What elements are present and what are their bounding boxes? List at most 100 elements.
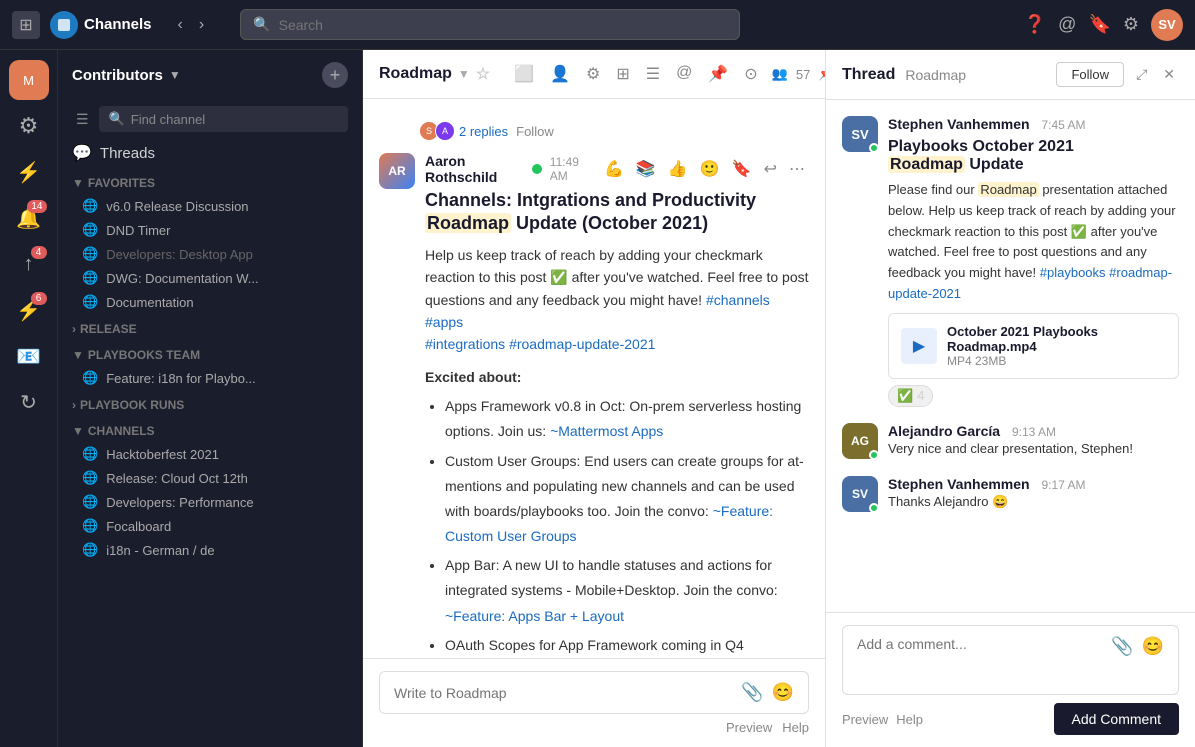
thread-msg-content: Stephen Vanhemmen 7:45 AM Playbooks Octo… — [888, 116, 1179, 407]
message-input[interactable] — [394, 685, 733, 701]
add-comment-button[interactable]: Add Comment — [1054, 703, 1179, 735]
replies-count-link[interactable]: 2 replies — [459, 124, 508, 139]
nav-forward-button[interactable]: › — [193, 12, 210, 38]
app-icon-6[interactable]: ⚡ 6 — [9, 290, 49, 330]
reaction-action-icon[interactable]: 💪 — [600, 157, 628, 181]
sidebar-section-release[interactable]: › RELEASE — [58, 314, 362, 340]
channel-dropdown-icon[interactable]: ▼ — [458, 67, 470, 81]
sidebar-item-focalboard[interactable]: 🌐 Focalboard — [58, 514, 362, 538]
search-bar[interactable]: 🔍 — [240, 9, 740, 40]
settings-icon[interactable]: ⚙ — [1123, 14, 1139, 35]
globe-icon: 🌐 — [82, 270, 98, 286]
sidebar-item-hacktoberfest[interactable]: 🌐 Hacktoberfest 2021 — [58, 442, 362, 466]
preview-button[interactable]: Preview — [726, 720, 772, 735]
channel-star-icon[interactable]: ☆ — [476, 64, 490, 84]
custom-user-groups-link[interactable]: ~Feature: Custom User Groups — [445, 503, 773, 544]
channel-mention-icon[interactable]: @ — [672, 60, 696, 88]
user-avatar[interactable]: SV — [1151, 9, 1183, 41]
more-action-icon[interactable]: ⋯ — [785, 157, 809, 181]
help-icon[interactable]: ❓ — [1024, 14, 1046, 35]
sidebar-section-playbooks-team[interactable]: ▼ PLAYBOOKS TEAM — [58, 340, 362, 366]
thread-reaction-badge[interactable]: ✅ 4 — [888, 385, 933, 407]
integrations-hashtag[interactable]: #integrations — [425, 336, 505, 352]
search-input[interactable] — [279, 17, 728, 33]
channel-list-icon[interactable]: ☰ — [642, 60, 664, 88]
channel-pin-icon[interactable]: 📌 — [704, 60, 732, 88]
pin-meta-icon: 📌 — [818, 66, 825, 82]
sidebar-item-i18n-german[interactable]: 🌐 i18n - German / de — [58, 538, 362, 562]
comment-input-box[interactable]: 📎 😊 — [842, 625, 1179, 695]
sidebar-item-dwg[interactable]: 🌐 DWG: Documentation W... — [58, 266, 362, 290]
channel-more-icon[interactable]: ⊙ — [740, 60, 761, 88]
thread-replies-above: S A 2 replies Follow — [379, 115, 809, 153]
comment-attachment-icon[interactable]: 📎 — [1111, 636, 1133, 657]
help-button[interactable]: Help — [782, 720, 809, 735]
comment-emoji-icon[interactable]: 😊 — [1142, 636, 1164, 657]
thread-close-icon[interactable]: ✕ — [1159, 62, 1179, 87]
sidebar-item-desktop[interactable]: 🌐 Developers: Desktop App — [58, 242, 362, 266]
add-channel-button[interactable]: + — [322, 62, 348, 88]
channel-layout-icon[interactable]: ⬜ — [510, 60, 538, 88]
emoji-action-icon[interactable]: 🙂 — [696, 157, 724, 181]
sidebar-section-favorites[interactable]: ▼ FAVORITES — [58, 168, 362, 194]
mattermost-apps-link[interactable]: ~Mattermost Apps — [550, 423, 663, 439]
channel-integrations-icon[interactable]: ⚙ — [582, 60, 604, 88]
bookmark-action-icon[interactable]: 🔖 — [728, 157, 756, 181]
sidebar-item-i18n[interactable]: 🌐 Feature: i18n for Playbo... — [58, 366, 362, 390]
sidebar-item-release-cloud[interactable]: 🌐 Release: Cloud Oct 12th — [58, 466, 362, 490]
mention-icon[interactable]: @ — [1058, 14, 1076, 35]
attachment-icon[interactable]: 📎 — [741, 682, 763, 703]
thread-follow-button[interactable]: Follow — [1056, 62, 1124, 87]
thread-expand-icon[interactable]: ⤢ — [1132, 62, 1151, 87]
apps-hashtag[interactable]: #apps — [425, 314, 463, 330]
comment-help-link[interactable]: Help — [896, 712, 923, 727]
message-title-roadmap: Roadmap — [425, 213, 511, 233]
sidebar-item-docs[interactable]: 🌐 Documentation — [58, 290, 362, 314]
app-icon-github[interactable]: ⚙ — [9, 106, 49, 146]
file-info: October 2021 Playbooks Roadmap.mp4 MP4 2… — [947, 324, 1166, 368]
apps-bar-link[interactable]: ~Feature: Apps Bar + Layout — [445, 608, 624, 624]
find-channel-search[interactable]: 🔍 Find channel — [99, 106, 348, 132]
thumbsup-icon[interactable]: 👍 — [664, 157, 692, 181]
sidebar-item-dev-perf[interactable]: 🌐 Developers: Performance — [58, 490, 362, 514]
app-icon-refresh[interactable]: ↻ — [9, 382, 49, 422]
bookmark-icon[interactable]: 🔖 — [1088, 14, 1110, 35]
comment-input[interactable] — [857, 636, 1103, 652]
channel-name-desktop: Developers: Desktop App — [106, 247, 253, 262]
apps-grid-icon[interactable]: ⊞ — [12, 11, 40, 39]
comment-preview-link[interactable]: Preview — [842, 712, 888, 727]
globe-icon: 🌐 — [82, 370, 98, 386]
channel-members-icon[interactable]: 👤 — [546, 60, 574, 88]
filter-icon[interactable]: ☰ — [72, 107, 93, 132]
sidebar-item-threads[interactable]: 💬 Threads — [58, 138, 362, 168]
app-icon-playbooks[interactable]: ⚡ — [9, 152, 49, 192]
playbooks-hashtag[interactable]: #playbooks — [1040, 265, 1106, 280]
channel-split-icon[interactable]: ⊞ — [612, 60, 633, 88]
thread-file-attachment[interactable]: ▶ October 2021 Playbooks Roadmap.mp4 MP4… — [888, 313, 1179, 379]
app-icon-0[interactable]: 📧 — [9, 336, 49, 376]
nav-back-button[interactable]: ‹ — [172, 12, 189, 38]
threads-label: Threads — [100, 145, 155, 162]
app-icon-mattermost[interactable]: M — [9, 60, 49, 100]
app-icon-4[interactable]: ↑ 4 — [9, 244, 49, 284]
sidebar-item-v60[interactable]: 🌐 v6.0 Release Discussion — [58, 194, 362, 218]
reply-action-icon[interactable]: ↩ — [760, 157, 781, 181]
message-body: Help us keep track of reach by adding yo… — [425, 244, 809, 658]
training-icon[interactable]: 📚 — [632, 157, 660, 181]
message-intro-text: Help us keep track of reach by adding yo… — [425, 244, 809, 356]
workspace-name[interactable]: Contributors ▼ — [72, 67, 181, 84]
reply2-header: Stephen Vanhemmen 9:17 AM — [888, 476, 1179, 492]
roadmap2021-hashtag[interactable]: #roadmap-update-2021 — [888, 265, 1172, 301]
thread-msg-time: 7:45 AM — [1041, 118, 1085, 132]
sidebar-item-dnd[interactable]: 🌐 DND Timer — [58, 218, 362, 242]
app-icon-14[interactable]: 🔔 14 — [9, 198, 49, 238]
sidebar-section-channels[interactable]: ▼ CHANNELS — [58, 416, 362, 442]
sidebar-section-playbook-runs[interactable]: › PLAYBOOK RUNS — [58, 390, 362, 416]
channels-hashtag[interactable]: #channels — [706, 292, 770, 308]
emoji-icon[interactable]: 😊 — [772, 682, 794, 703]
message-input-box[interactable]: 📎 😊 — [379, 671, 809, 714]
replies-follow-link[interactable]: Follow — [516, 124, 554, 139]
channel-name-dev-perf: Developers: Performance — [106, 495, 253, 510]
roadmap-hashtag[interactable]: #roadmap-update-2021 — [509, 336, 655, 352]
channel-name-dwg: DWG: Documentation W... — [106, 271, 258, 286]
